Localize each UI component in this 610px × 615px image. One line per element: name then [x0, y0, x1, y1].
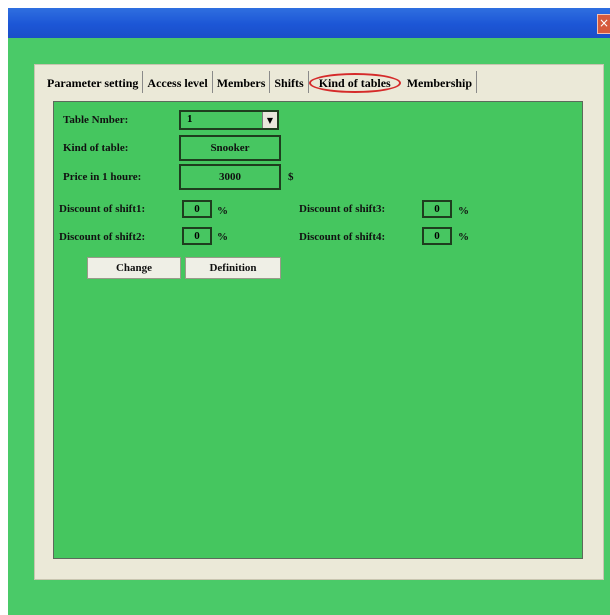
- discount-shift3-unit: %: [458, 205, 469, 217]
- price-field[interactable]: 3000: [179, 164, 281, 190]
- close-icon: ×: [598, 16, 610, 30]
- tab-kind-of-tables[interactable]: Kind of tables: [308, 73, 401, 93]
- table-number-select[interactable]: 1 ▼: [179, 110, 279, 130]
- kind-of-table-field[interactable]: Snooker: [179, 135, 281, 161]
- kind-of-tables-page: Table Nmber: 1 ▼ Kind of table: Snooker …: [53, 101, 583, 559]
- table-number-label: Table Nmber:: [63, 114, 129, 126]
- discount-shift2-unit: %: [217, 231, 228, 243]
- title-bar: ×: [8, 8, 610, 38]
- discount-shift1-unit: %: [217, 205, 228, 217]
- discount-shift1-field[interactable]: 0: [182, 200, 212, 218]
- change-button[interactable]: Change: [87, 257, 181, 279]
- app-window: × Parameter setting Access level Members…: [8, 8, 610, 615]
- discount-shift2-field[interactable]: 0: [182, 227, 212, 245]
- discount-shift1-label: Discount of shift1:: [59, 203, 146, 215]
- tab-membership[interactable]: Membership: [403, 71, 478, 93]
- discount-shift2-label: Discount of shift2:: [59, 231, 146, 243]
- discount-shift3-field[interactable]: 0: [422, 200, 452, 218]
- tab-access-level[interactable]: Access level: [143, 71, 213, 93]
- discount-shift4-unit: %: [458, 231, 469, 243]
- kind-of-table-label: Kind of table:: [63, 142, 129, 154]
- price-unit: $: [288, 171, 294, 183]
- tab-parameter-setting[interactable]: Parameter setting: [43, 71, 144, 93]
- settings-panel: Parameter setting Access level Members S…: [34, 64, 604, 580]
- definition-button[interactable]: Definition: [185, 257, 281, 279]
- price-label: Price in 1 houre:: [63, 171, 142, 183]
- discount-shift4-label: Discount of shift4:: [299, 231, 386, 243]
- close-button[interactable]: ×: [597, 14, 610, 34]
- discount-shift3-label: Discount of shift3:: [299, 203, 386, 215]
- table-number-value: 1: [187, 113, 193, 125]
- discount-shift4-field[interactable]: 0: [422, 227, 452, 245]
- tab-strip: Parameter setting Access level Members S…: [43, 71, 478, 93]
- chevron-down-icon[interactable]: ▼: [262, 112, 277, 128]
- tab-shifts[interactable]: Shifts: [270, 71, 309, 93]
- tab-members[interactable]: Members: [213, 71, 271, 93]
